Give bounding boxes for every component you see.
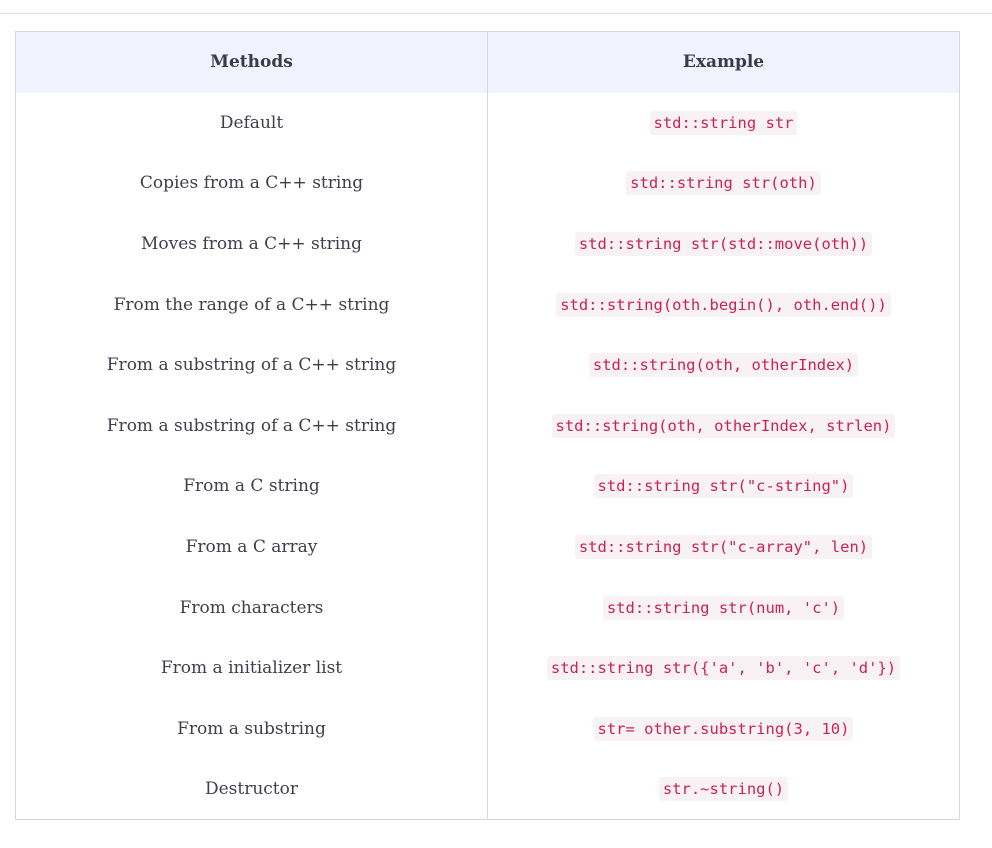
table-row: From a C string std::string str("c-strin… <box>15 456 960 517</box>
method-cell: From a C array <box>15 516 488 578</box>
example-cell: std::string str(std::move(oth)) <box>488 214 960 275</box>
table-row: From the range of a C++ string std::stri… <box>15 274 960 335</box>
method-cell: From the range of a C++ string <box>15 274 488 335</box>
example-cell: std::string(oth, otherIndex) <box>488 335 960 396</box>
method-cell: Moves from a C++ string <box>15 213 488 275</box>
code-example: std::string str(std::move(oth)) <box>574 231 873 256</box>
method-cell: From a substring <box>15 698 488 760</box>
table-row: From a C array std::string str("c-array"… <box>15 516 960 578</box>
method-cell: From a C string <box>15 456 488 517</box>
code-example: std::string str(num, 'c') <box>602 595 845 620</box>
table-row: From a substring of a C++ string std::st… <box>15 334 960 396</box>
table-row: From a substring of a C++ string std::st… <box>15 395 960 457</box>
example-cell: std::string str("c-array", len) <box>488 517 960 578</box>
table-header: Methods Example <box>15 31 960 93</box>
example-cell: std::string(oth, otherIndex, strlen) <box>488 395 960 456</box>
header-methods: Methods <box>15 31 488 93</box>
code-example: std::string str(oth) <box>626 171 821 196</box>
table-row: From characters std::string str(num, 'c'… <box>15 577 960 638</box>
header-row: Methods Example <box>15 31 960 93</box>
code-example: std::string(oth.begin(), oth.end()) <box>556 292 891 317</box>
method-cell: Copies from a C++ string <box>15 153 488 214</box>
example-cell: std::string str(oth) <box>488 153 960 214</box>
example-cell: str= other.substring(3, 10) <box>488 698 960 759</box>
code-example: std::string str("c-array", len) <box>574 534 873 559</box>
table-body: Default std::string str Copies from a C+… <box>15 92 960 820</box>
table-row: Destructor str.~string() <box>15 759 960 820</box>
code-example: std::string str({'a', 'b', 'c', 'd'}) <box>546 656 901 681</box>
method-cell: Default <box>15 92 488 154</box>
example-cell: std::string str <box>488 93 960 154</box>
example-cell: std::string str({'a', 'b', 'c', 'd'}) <box>488 638 960 699</box>
code-example: std::string str("c-string") <box>593 474 854 499</box>
method-cell: From characters <box>15 577 488 638</box>
example-cell: std::string str("c-string") <box>488 456 960 517</box>
table-row: From a initializer list std::string str(… <box>15 637 960 699</box>
string-methods-table: Methods Example Default std::string str … <box>15 31 960 821</box>
method-cell: Destructor <box>15 759 488 820</box>
table-row: Default std::string str <box>15 92 960 154</box>
example-cell: str.~string() <box>488 759 960 820</box>
example-cell: std::string str(num, 'c') <box>488 577 960 638</box>
table-row: Moves from a C++ string std::string str(… <box>15 213 960 275</box>
table-row: Copies from a C++ string std::string str… <box>15 153 960 214</box>
method-cell: From a substring of a C++ string <box>15 395 488 457</box>
method-cell: From a substring of a C++ string <box>15 334 488 396</box>
code-example: std::string(oth, otherIndex) <box>588 353 859 378</box>
example-cell: std::string(oth.begin(), oth.end()) <box>488 274 960 335</box>
header-example: Example <box>682 52 765 73</box>
code-example: str= other.substring(3, 10) <box>593 716 854 741</box>
method-cell: From a initializer list <box>15 637 488 699</box>
table-row: From a substring str= other.substring(3,… <box>15 698 960 760</box>
code-example: str.~string() <box>658 777 789 802</box>
top-divider <box>0 13 992 14</box>
code-example: std::string(oth, otherIndex, strlen) <box>551 413 896 438</box>
code-example: std::string str <box>649 110 798 135</box>
